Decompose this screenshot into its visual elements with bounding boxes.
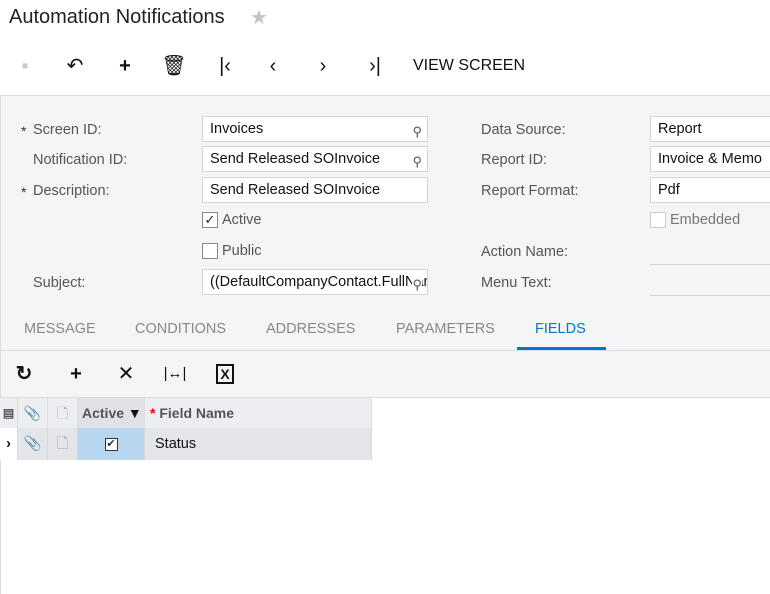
notification-id-label: Notification ID: [33,152,128,168]
previous-icon[interactable]: ‹ [258,52,288,80]
search-icon[interactable]: ⚲ [412,150,422,171]
report-id-field[interactable]: Invoice & Memo [650,146,770,172]
add-row-icon[interactable]: + [62,362,90,386]
delete-row-icon[interactable]: ✕ [112,362,140,386]
column-header-active[interactable]: Active ▼ [78,398,145,428]
required-marker: * [150,405,156,421]
column-header-field-name[interactable]: * Field Name [145,398,372,428]
action-name-field[interactable] [650,264,770,265]
row-settings-icon[interactable]: ▤ [0,398,18,428]
report-id-label: Report ID: [481,152,548,168]
tab-addresses[interactable]: ADDRESSES [266,321,355,337]
report-format-select[interactable]: Pdf [650,177,770,203]
view-screen-button[interactable]: VIEW SCREEN [413,57,525,75]
active-cell[interactable]: ✔ [78,428,145,460]
subject-label: Subject: [33,275,86,291]
undo-icon[interactable]: ↶ [60,52,90,80]
data-source-select[interactable]: Report [650,116,770,142]
active-checkbox[interactable]: ✓ [202,212,218,228]
data-source-label: Data Source: [481,122,566,138]
fit-columns-icon[interactable]: |↔| [161,362,189,386]
first-icon[interactable]: |‹ [210,52,240,80]
screen-id-field[interactable]: Invoices ⚲ [202,116,428,142]
field-name-cell[interactable]: Status [145,428,372,460]
filter-icon[interactable]: ▼ [128,405,142,421]
notification-id-field[interactable]: Send Released SOInvoice ⚲ [202,146,428,172]
attachment-icon: 📎 [18,398,48,428]
row-active-checkbox[interactable]: ✔ [104,437,118,451]
screen-id-label: Screen ID: [33,122,102,138]
description-field[interactable]: Send Released SOInvoice [202,177,428,203]
report-format-label: Report Format: [481,183,579,199]
row-selector-icon[interactable]: › [0,428,18,460]
menu-text-label: Menu Text: [481,275,552,291]
public-checkbox[interactable] [202,243,218,259]
active-header-label: Active [82,405,125,421]
active-label: Active [222,212,262,228]
save-icon[interactable]: ▪ [10,52,40,80]
tab-message[interactable]: MESSAGE [24,321,96,337]
page-title: Automation Notifications [9,6,225,28]
export-excel-icon[interactable]: X [211,362,239,386]
tab-parameters[interactable]: PARAMETERS [396,321,495,337]
attachment-icon[interactable]: 📎 [18,428,48,460]
screen-id-value: Invoices [210,121,264,137]
search-icon[interactable]: ⚲ [412,273,422,294]
refresh-icon[interactable]: ↻ [10,362,38,386]
embedded-label: Embedded [670,212,741,228]
last-icon[interactable]: ›| [360,52,390,80]
tab-fields[interactable]: FIELDS [535,321,586,337]
field-name-header-label: Field Name [159,405,235,421]
active-tab-indicator [517,347,606,350]
star-icon[interactable]: ★ [250,5,268,30]
public-label: Public [222,243,262,259]
required-marker: * [21,184,27,200]
note-icon: 🗋 [48,398,78,428]
menu-text-field[interactable] [650,295,770,296]
description-label: Description: [33,183,110,199]
notification-id-value: Send Released SOInvoice [210,151,381,167]
subject-field[interactable]: ((DefaultCompanyContact.FullName))⚲ [202,269,428,295]
note-icon[interactable]: 🗋 [48,428,78,460]
next-icon[interactable]: › [308,52,338,80]
action-name-label: Action Name: [481,244,569,260]
embedded-checkbox[interactable] [650,212,666,228]
subject-value: ((DefaultCompanyContact.FullName)) [210,274,427,290]
search-icon[interactable]: ⚲ [412,120,422,141]
tab-conditions[interactable]: CONDITIONS [135,321,226,337]
add-icon[interactable]: + [110,52,140,80]
delete-icon[interactable]: 🗑 [159,52,189,80]
required-marker: * [21,123,27,139]
